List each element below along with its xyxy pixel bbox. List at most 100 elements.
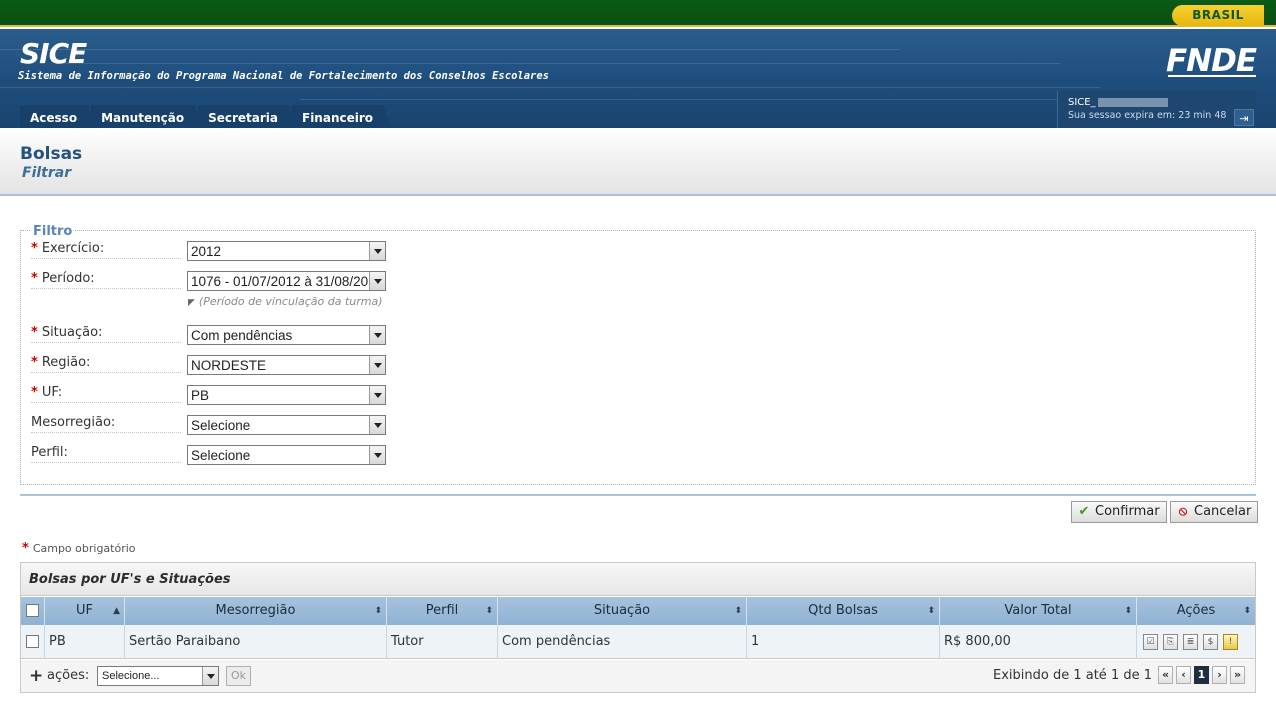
- chevron-down-icon: [369, 242, 385, 260]
- cell-mesorregiao: Sertão Paraibano: [125, 625, 387, 659]
- sort-icon: ⬍: [1243, 606, 1251, 616]
- sort-icon: ▲: [113, 606, 120, 616]
- cell-perfil: Tutor: [387, 625, 498, 659]
- document-icon[interactable]: ≣: [1183, 634, 1198, 650]
- filter-fieldset: Filtro * Exercício: 2012 * Período: 1076 -…: [20, 224, 1256, 485]
- col-label: Situação: [593, 603, 651, 618]
- sort-icon: ⬍: [734, 606, 742, 616]
- cell-valor-total: R$ 800,00: [940, 625, 1137, 659]
- button-label: Cancelar: [1194, 504, 1252, 519]
- results-panel: Bolsas por UF's e Situações UF ▲ Mesorreg…: [20, 562, 1256, 693]
- cancel-button[interactable]: ⦸ Cancelar: [1170, 501, 1259, 523]
- hint-text: (Período de vinculação da turma): [198, 295, 383, 308]
- nav-tab-manutencao[interactable]: Manutenção: [91, 105, 204, 128]
- page-head: Bolsas Filtrar: [0, 128, 1276, 196]
- clipboard-alert-icon[interactable]: !: [1223, 634, 1238, 650]
- select-value: Selecione: [191, 418, 251, 433]
- col-label: Mesorregião: [215, 603, 296, 618]
- nav-tab-financeiro[interactable]: Financeiro: [292, 105, 393, 128]
- brasil-badge[interactable]: BRASIL: [1172, 5, 1264, 26]
- select-value: Selecione...: [102, 670, 160, 682]
- table-header: UF ▲ Mesorregião ⬍ Perfil ⬍ Situação ⬍ Qtd B…: [21, 597, 1255, 625]
- money-icon[interactable]: $: [1203, 634, 1218, 650]
- field-label: * UF:: [31, 385, 181, 403]
- divider: [20, 494, 1256, 496]
- regiao-select[interactable]: NORDESTE: [187, 355, 386, 375]
- filter-legend: Filtro: [31, 224, 75, 239]
- logout-icon[interactable]: ⇥: [1234, 109, 1254, 126]
- fnde-logo: FNDE: [1165, 43, 1257, 79]
- cell-uf: PB: [45, 625, 125, 659]
- chevron-down-icon: [369, 356, 385, 374]
- select-value: 2012: [191, 244, 222, 259]
- acoes-select[interactable]: Selecione...: [97, 666, 219, 686]
- col-label: Qtd Bolsas: [808, 603, 878, 618]
- required-mark: *: [31, 325, 38, 340]
- label-text: Exercício:: [41, 241, 105, 256]
- gov-bar: BRASIL: [0, 0, 1276, 27]
- situacao-select[interactable]: Com pendências: [187, 325, 386, 345]
- acoes-label: ações:: [47, 668, 90, 683]
- table-footer: + ações: Selecione... Ok Exibindo de 1 a…: [21, 660, 1255, 692]
- redacted-username: [1097, 97, 1168, 107]
- col-mesorregiao[interactable]: Mesorregião ⬍: [125, 597, 387, 625]
- select-all-checkbox[interactable]: [26, 604, 39, 617]
- last-page-button[interactable]: »: [1230, 666, 1245, 684]
- nav-tab-secretaria[interactable]: Secretaria: [198, 105, 297, 128]
- page-1-button[interactable]: 1: [1194, 666, 1209, 684]
- col-label: Valor Total: [1004, 603, 1072, 618]
- periodo-hint: ◤ (Período de vinculação da turma): [188, 295, 383, 308]
- confirm-button[interactable]: ✔ Confirmar: [1071, 501, 1167, 523]
- label-text: UF:: [41, 385, 63, 400]
- select-value: Com pendências: [191, 328, 293, 343]
- app-subtitle: Sistema de Informação do Programa Nacion…: [18, 70, 550, 82]
- exercicio-select[interactable]: 2012: [187, 241, 386, 261]
- row-checkbox[interactable]: [26, 635, 39, 648]
- select-value: NORDESTE: [191, 358, 267, 373]
- chevron-down-icon: [369, 446, 385, 464]
- label-text: Região:: [41, 355, 91, 370]
- sort-icon: ⬍: [927, 606, 935, 616]
- next-page-button[interactable]: ›: [1212, 666, 1227, 684]
- first-page-button[interactable]: «: [1158, 666, 1173, 684]
- session-user: SICE_: [1068, 97, 1168, 108]
- sort-icon: ⬍: [374, 606, 382, 616]
- documents-search-icon[interactable]: ⎘: [1163, 634, 1178, 650]
- label-text: Mesorregião:: [31, 415, 116, 430]
- select-value: PB: [191, 388, 210, 403]
- col-qtd-bolsas[interactable]: Qtd Bolsas ⬍: [747, 597, 940, 625]
- label-text: Situação:: [41, 325, 103, 340]
- col-label: Ações: [1176, 603, 1216, 618]
- prev-page-button[interactable]: ‹: [1176, 666, 1191, 684]
- periodo-select[interactable]: 1076 - 01/07/2012 à 31/08/2012: [187, 271, 386, 291]
- plus-icon[interactable]: +: [29, 666, 43, 686]
- col-valor-total[interactable]: Valor Total ⬍: [940, 597, 1137, 625]
- ok-button[interactable]: Ok: [226, 666, 251, 686]
- required-mark: *: [22, 541, 29, 556]
- session-box: SICE_ Sua sessao expira em: 23 min 48 ⇥: [1057, 91, 1256, 128]
- required-mark: *: [31, 385, 38, 400]
- page-title: Bolsas: [20, 144, 83, 164]
- col-uf[interactable]: UF ▲: [45, 597, 125, 625]
- select-all-cell: [21, 597, 45, 625]
- col-perfil[interactable]: Perfil ⬍: [387, 597, 498, 625]
- field-label: Perfil:: [31, 445, 181, 463]
- label-text: Período:: [41, 271, 95, 286]
- sort-icon: ⬍: [1124, 606, 1132, 616]
- mesorregiao-select[interactable]: Selecione: [187, 415, 386, 435]
- col-situacao[interactable]: Situação ⬍: [498, 597, 747, 625]
- chevron-down-icon: [369, 386, 385, 404]
- cell-qtd-bolsas: 1: [747, 625, 940, 659]
- col-acoes[interactable]: Ações ⬍: [1137, 597, 1255, 625]
- checklist-icon[interactable]: ☑: [1143, 634, 1158, 650]
- button-label: Confirmar: [1095, 504, 1160, 519]
- nav-tab-acesso[interactable]: Acesso: [20, 105, 97, 128]
- field-label: * Situação:: [31, 325, 181, 343]
- uf-select[interactable]: PB: [187, 385, 386, 405]
- perfil-select[interactable]: Selecione: [187, 445, 386, 465]
- app-header: SICE Sistema de Informação do Programa N…: [0, 29, 1276, 128]
- pager: « ‹ 1 › »: [1158, 666, 1245, 684]
- session-user-label: SICE_: [1068, 97, 1096, 108]
- sort-icon: ⬍: [485, 606, 493, 616]
- required-mark: *: [31, 355, 38, 370]
